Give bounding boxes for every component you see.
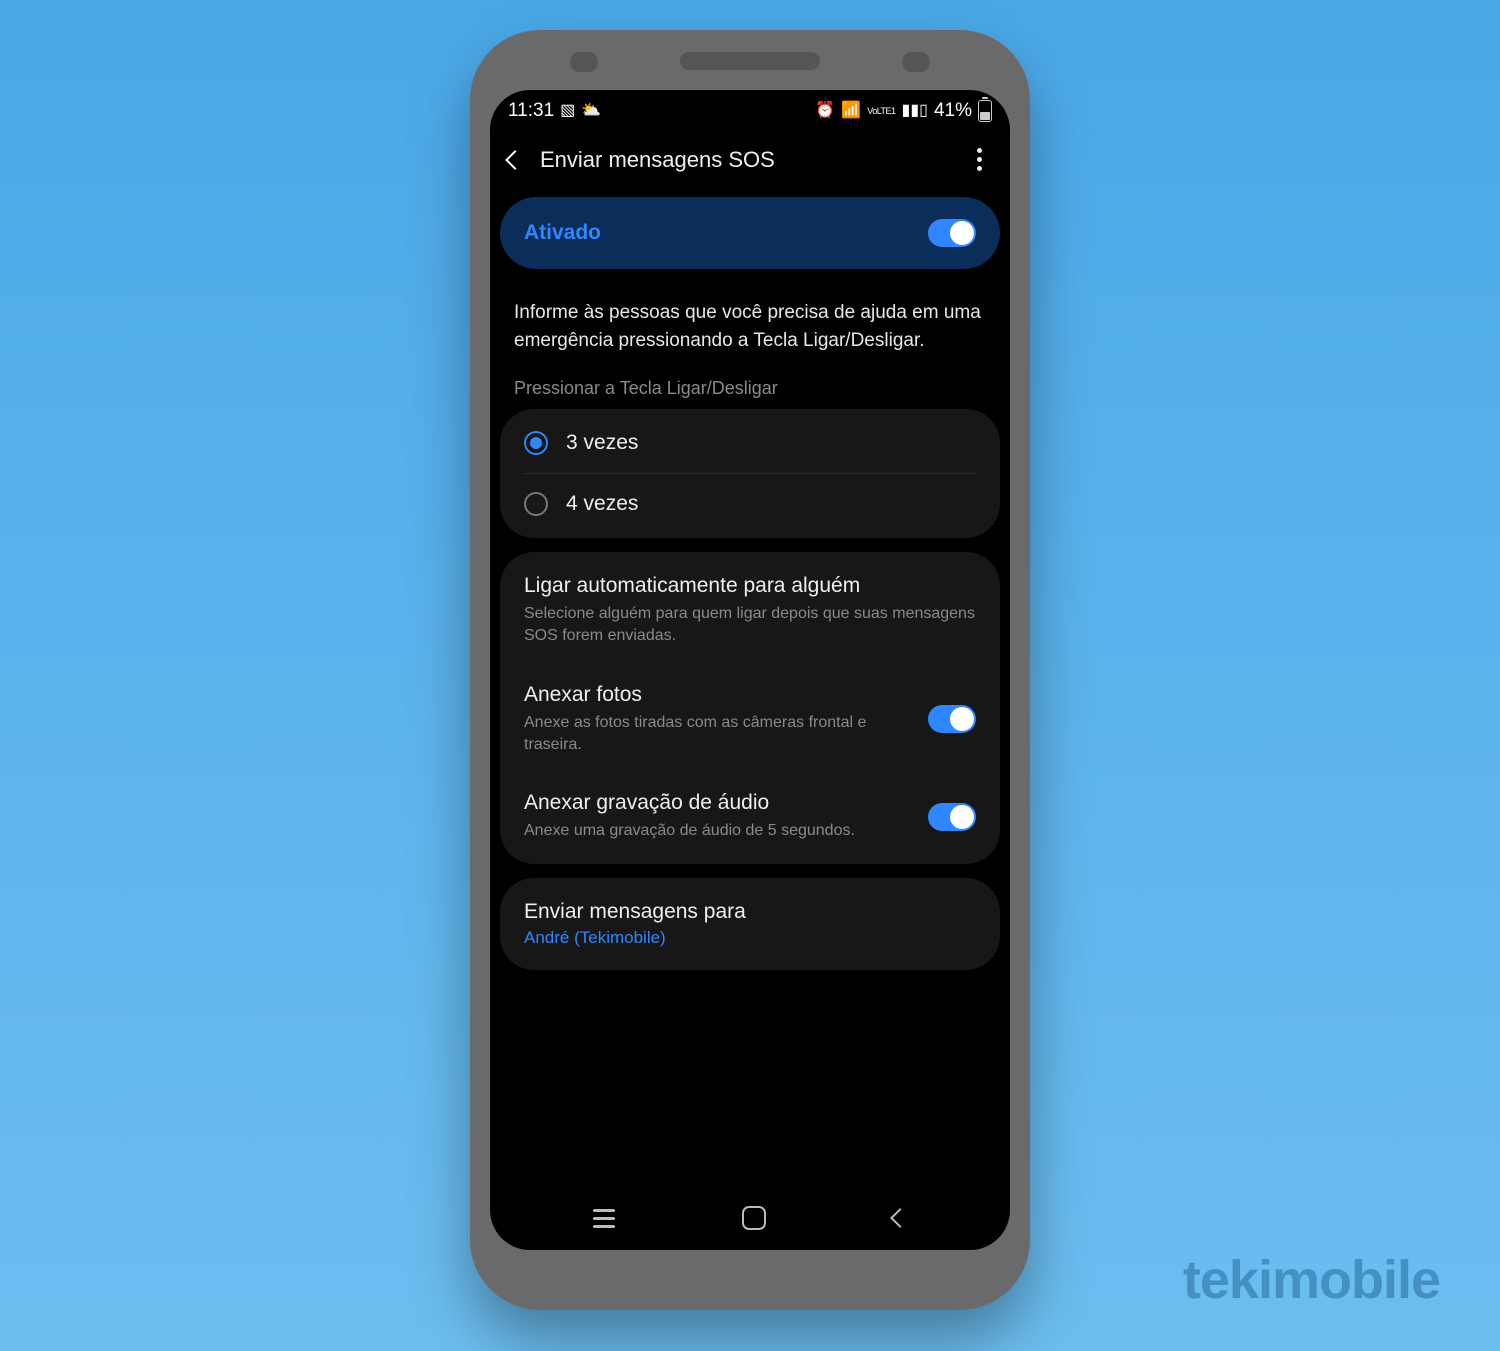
master-toggle-switch[interactable]	[928, 219, 976, 247]
press-option-3[interactable]: 3 vezes	[500, 413, 1000, 473]
attach-audio-switch[interactable]	[928, 803, 976, 831]
nav-back-icon[interactable]	[890, 1208, 910, 1228]
auto-call-title: Ligar automaticamente para alguém	[524, 574, 976, 598]
page-header: Enviar mensagens SOS	[490, 126, 1010, 197]
signal-icon: ▮▮▯	[902, 103, 928, 119]
recipients-value: André (Tekimobile)	[524, 928, 976, 948]
phone-frame: 11:31 ▧ ⛅ ⏰ 📶 VoLTE1 ▮▮▯ 41% Enviar mens…	[470, 30, 1030, 1310]
press-option-4[interactable]: 4 vezes	[500, 474, 1000, 534]
watermark: tekimobile	[1183, 1249, 1440, 1311]
master-toggle-label: Ativado	[524, 221, 601, 245]
more-options-icon[interactable]	[967, 142, 992, 177]
back-icon[interactable]	[505, 150, 525, 170]
image-indicator-icon: ▧	[560, 103, 575, 119]
press-option-label: 3 vezes	[566, 431, 638, 455]
recipients-title: Enviar mensagens para	[524, 900, 976, 924]
attach-audio-sub: Anexe uma gravação de áudio de 5 segundo…	[524, 820, 910, 842]
status-bar: 11:31 ▧ ⛅ ⏰ 📶 VoLTE1 ▮▮▯ 41%	[490, 90, 1010, 126]
screen: 11:31 ▧ ⛅ ⏰ 📶 VoLTE1 ▮▮▯ 41% Enviar mens…	[490, 90, 1010, 1250]
page-title: Enviar mensagens SOS	[540, 147, 775, 173]
press-options-card: 3 vezes 4 vezes	[500, 409, 1000, 538]
radio-selected-icon	[524, 431, 548, 455]
lte-indicator: VoLTE1	[867, 107, 895, 116]
attach-photos-sub: Anexe as fotos tiradas com as câmeras fr…	[524, 712, 910, 755]
alarm-icon: ⏰	[815, 103, 835, 119]
description-text: Informe às pessoas que você precisa de a…	[490, 283, 1010, 364]
press-option-label: 4 vezes	[566, 492, 638, 516]
wifi-icon: 📶	[841, 103, 861, 119]
auto-call-row[interactable]: Ligar automaticamente para alguém Seleci…	[500, 556, 1000, 664]
attach-photos-row[interactable]: Anexar fotos Anexe as fotos tiradas com …	[500, 665, 1000, 773]
attach-audio-title: Anexar gravação de áudio	[524, 791, 910, 815]
nav-home-icon[interactable]	[742, 1206, 766, 1230]
nav-recent-icon[interactable]	[593, 1209, 615, 1228]
system-nav-bar	[490, 1186, 1010, 1250]
weather-indicator-icon: ⛅	[581, 103, 601, 119]
settings-card: Ligar automaticamente para alguém Seleci…	[500, 552, 1000, 864]
attach-audio-row[interactable]: Anexar gravação de áudio Anexe uma grava…	[500, 773, 1000, 860]
recipients-card[interactable]: Enviar mensagens para André (Tekimobile)	[500, 878, 1000, 970]
press-section-label: Pressionar a Tecla Ligar/Desligar	[490, 364, 1010, 409]
status-time: 11:31	[508, 100, 554, 122]
master-toggle-card[interactable]: Ativado	[500, 197, 1000, 269]
battery-icon	[978, 100, 992, 122]
battery-percent: 41%	[934, 100, 972, 122]
radio-unselected-icon	[524, 492, 548, 516]
attach-photos-switch[interactable]	[928, 705, 976, 733]
auto-call-sub: Selecione alguém para quem ligar depois …	[524, 603, 976, 646]
attach-photos-title: Anexar fotos	[524, 683, 910, 707]
